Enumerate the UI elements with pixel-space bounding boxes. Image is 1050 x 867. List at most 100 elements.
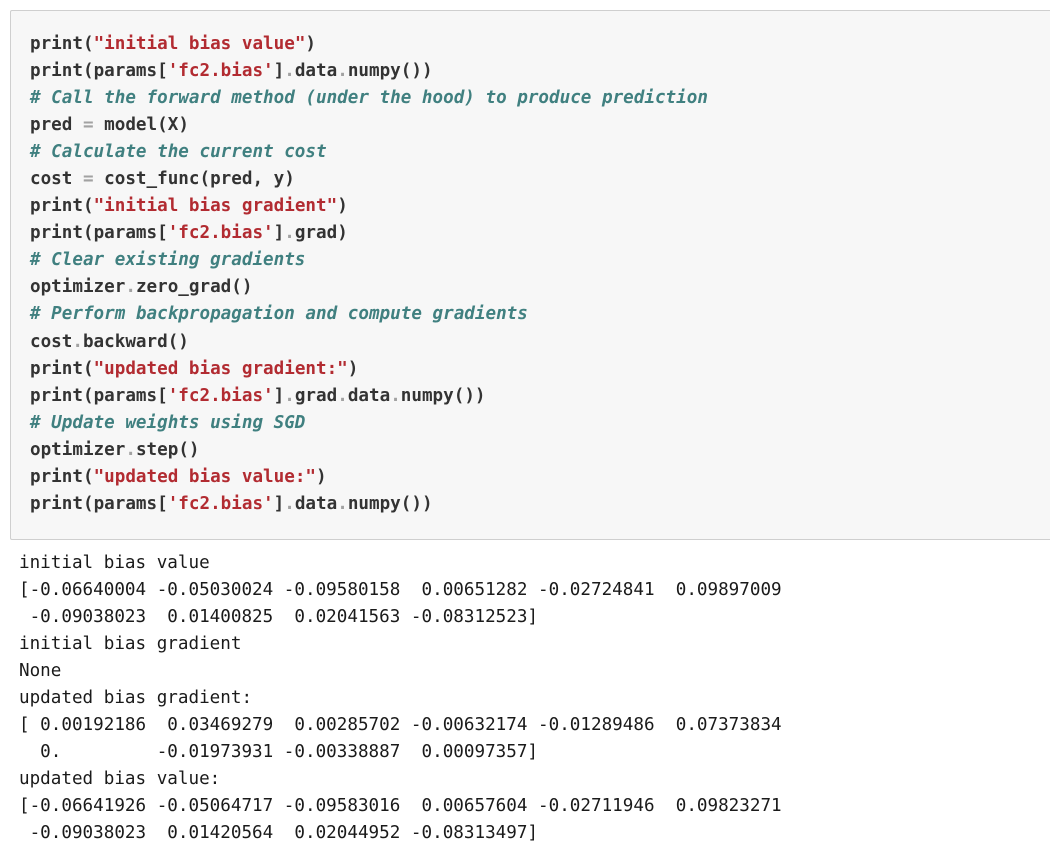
- code-token-identifier: grad: [294, 385, 338, 406]
- code-token-operator: .: [284, 493, 295, 514]
- code-token-identifier: X: [167, 115, 179, 136]
- code-token-punctuation: (: [157, 115, 168, 136]
- code-token-identifier: numpy: [347, 493, 401, 514]
- code-token-comment: # Clear existing gradients: [30, 250, 306, 271]
- code-token-punctuation: (: [82, 223, 94, 244]
- code-token-operator: =: [82, 115, 94, 136]
- code-token-punctuation: ()): [400, 493, 433, 514]
- code-line: print("updated bias gradient:"): [30, 356, 708, 383]
- code-token-punctuation: (: [82, 61, 94, 82]
- code-line: print(params['fc2.bias'].data.numpy()): [30, 58, 708, 85]
- code-token-identifier: optimizer: [30, 277, 126, 298]
- code-token-identifier: model: [93, 115, 158, 136]
- output-line: updated bias value:: [19, 769, 221, 790]
- code-token-punctuation: ]: [273, 493, 285, 514]
- code-line: cost.backward(): [30, 329, 708, 356]
- code-token-identifier: pred: [30, 115, 83, 136]
- code-line: print("initial bias value"): [30, 31, 708, 58]
- code-token-punctuation: (: [82, 358, 94, 379]
- code-token-identifier: params: [93, 61, 158, 82]
- code-line: print(params['fc2.bias'].data.numpy()): [30, 491, 708, 518]
- code-token-operator: .: [284, 61, 295, 82]
- output-line: -0.09038023 0.01420564 0.02044952 -0.083…: [19, 823, 539, 844]
- code-token-comment: # Update weights using SGD: [30, 412, 306, 433]
- code-token-punctuation: [: [157, 493, 168, 514]
- code-token-punctuation: ]: [273, 223, 285, 244]
- code-token-operator: .: [125, 277, 136, 298]
- code-token-operator: .: [337, 61, 348, 82]
- code-token-operator: .: [390, 385, 401, 406]
- code-token-identifier: params: [93, 385, 158, 406]
- code-token-string-literal: 'fc2.bias': [167, 493, 274, 514]
- code-line: pred = model(X): [30, 112, 708, 139]
- code-line: # Update weights using SGD: [30, 410, 708, 437]
- code-token-operator: .: [72, 331, 83, 352]
- code-token-punctuation: ,: [252, 169, 274, 190]
- code-token-comment: # Perform backpropagation and compute gr…: [30, 304, 528, 325]
- code-token-comment: # Calculate the current cost: [30, 142, 327, 163]
- code-token-string-literal: "initial bias value": [93, 34, 306, 54]
- code-line: # Clear existing gradients: [30, 247, 708, 274]
- code-input-area[interactable]: print("initial bias value") print(params[…: [30, 31, 708, 518]
- code-token-identifier: step: [135, 439, 179, 460]
- code-token-punctuation: [: [157, 223, 168, 244]
- code-token-identifier: print: [30, 223, 83, 244]
- code-token-comment: # Call the forward method (under the hoo…: [30, 88, 708, 109]
- code-token-punctuation: ): [347, 358, 359, 379]
- code-token-operator: .: [284, 385, 295, 406]
- code-token-punctuation: (: [82, 34, 94, 54]
- code-token-identifier: data: [294, 493, 338, 514]
- cell-output-area: initial bias value [-0.06640004 -0.050300…: [19, 550, 782, 848]
- code-line: print("updated bias value:"): [30, 464, 708, 491]
- code-token-identifier: backward: [82, 331, 168, 352]
- code-token-identifier: grad: [294, 223, 338, 244]
- notebook-page: print("initial bias value") print(params[…: [0, 0, 1050, 867]
- code-token-identifier: cost_func: [93, 169, 200, 190]
- code-token-identifier: cost: [30, 169, 83, 190]
- code-token-operator: .: [284, 223, 295, 244]
- code-token-punctuation: (: [82, 196, 94, 217]
- code-token-string-literal: 'fc2.bias': [167, 385, 274, 406]
- code-token-operator: .: [125, 439, 136, 460]
- code-token-operator: .: [337, 493, 348, 514]
- code-line: print(params['fc2.bias'].grad.data.numpy…: [30, 383, 708, 410]
- code-token-identifier: params: [93, 493, 158, 514]
- code-token-identifier: numpy: [400, 385, 454, 406]
- code-line: # Call the forward method (under the hoo…: [30, 85, 708, 112]
- code-token-identifier: numpy: [347, 61, 401, 82]
- code-token-identifier: print: [30, 358, 83, 379]
- code-token-string-literal: "updated bias gradient:": [93, 358, 348, 379]
- code-line: # Calculate the current cost: [30, 139, 708, 166]
- code-token-punctuation: ]: [273, 61, 285, 82]
- code-token-operator: =: [82, 169, 94, 190]
- code-token-punctuation: (): [178, 439, 200, 460]
- code-token-punctuation: (): [231, 277, 253, 298]
- code-token-punctuation: ]: [273, 385, 285, 406]
- output-line: -0.09038023 0.01400825 0.02041563 -0.083…: [19, 607, 539, 628]
- code-token-identifier: pred: [210, 169, 253, 190]
- code-token-punctuation: (: [199, 169, 211, 190]
- code-line: print("initial bias gradient"): [30, 193, 708, 220]
- code-token-punctuation: ): [337, 223, 348, 244]
- output-line: updated bias gradient:: [19, 688, 253, 709]
- code-token-identifier: print: [30, 61, 83, 82]
- code-cell[interactable]: print("initial bias value") print(params[…: [10, 10, 1050, 540]
- output-line: 0. -0.01973931 -0.00338887 0.00097357]: [19, 742, 539, 763]
- code-token-punctuation: ): [337, 196, 348, 217]
- code-token-identifier: print: [30, 493, 83, 514]
- code-line: optimizer.zero_grad(): [30, 274, 708, 301]
- code-token-punctuation: [: [157, 385, 168, 406]
- code-line: print(params['fc2.bias'].grad): [30, 220, 708, 247]
- code-token-identifier: optimizer: [30, 439, 126, 460]
- code-token-identifier: data: [347, 385, 391, 406]
- code-token-identifier: y: [273, 169, 285, 190]
- code-token-punctuation: [: [157, 61, 168, 82]
- output-line: initial bias gradient: [19, 634, 242, 655]
- code-token-identifier: params: [93, 223, 158, 244]
- code-token-identifier: print: [30, 466, 83, 487]
- output-line: initial bias value: [19, 553, 210, 573]
- code-token-identifier: data: [294, 61, 338, 82]
- code-line: optimizer.step(): [30, 437, 708, 464]
- code-token-string-literal: 'fc2.bias': [167, 223, 274, 244]
- code-token-punctuation: (: [82, 466, 94, 487]
